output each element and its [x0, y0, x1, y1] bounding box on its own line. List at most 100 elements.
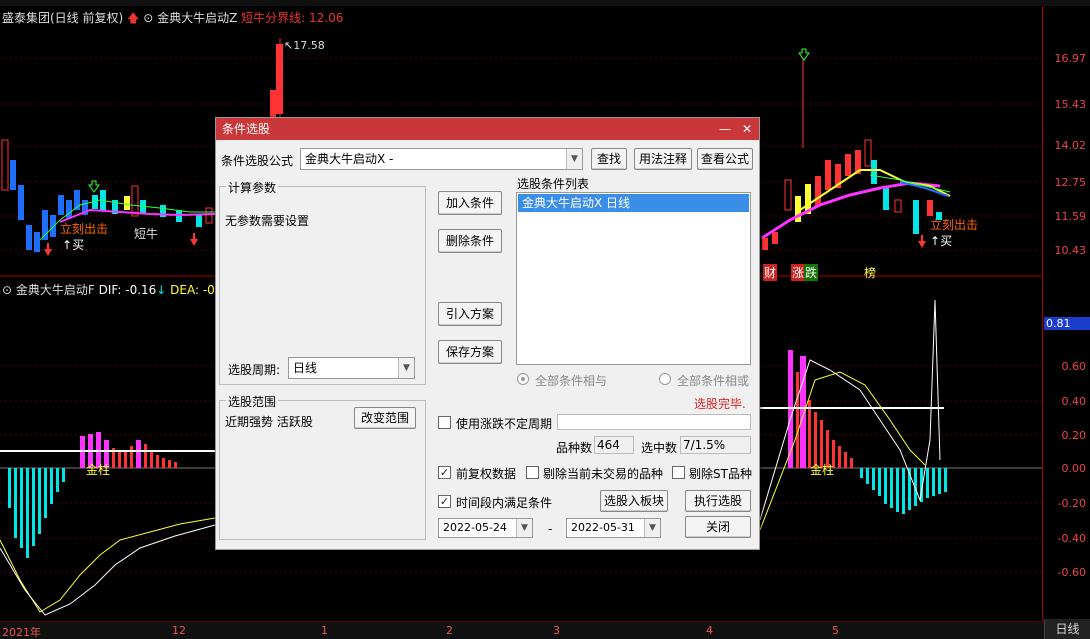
dialog-title-bar[interactable]: 条件选股 — ✕: [216, 118, 759, 140]
scope-group: 选股范围 近期强势 活跃股 改变范围: [219, 393, 426, 540]
dif-label: DIF: -0.16: [98, 283, 157, 297]
price-axis-label: 14.02: [1054, 139, 1087, 152]
annotation-out-left: 立刻出击: [60, 222, 109, 236]
high-price-marker: ↖17.58: [284, 39, 325, 52]
price-axis-label: 15.43: [1054, 98, 1087, 111]
radio-all-or[interactable]: [659, 373, 671, 385]
annotation-buy-right: ↑买: [930, 234, 953, 248]
bull-line-label: 短牛分界线: 12.06: [241, 11, 344, 25]
price-axis-label: 11.59: [1054, 210, 1087, 223]
exclude-suspended-label: 剔除当前未交易的品种: [543, 467, 664, 481]
annotation-gold-pillar-left: 金柱: [86, 463, 111, 477]
exclude-suspended-checkbox[interactable]: [526, 466, 539, 479]
view-formula-button[interactable]: 查看公式: [697, 148, 753, 170]
count-label: 品种数: [556, 441, 593, 455]
find-button[interactable]: 查找: [591, 148, 627, 170]
usage-notes-button[interactable]: 用法注释: [634, 148, 692, 170]
exclude-st-checkbox[interactable]: [672, 466, 685, 479]
status-text: 选股完毕.: [694, 397, 746, 411]
sub-axis-label: -0.40: [1057, 532, 1086, 545]
indicator-toggle-icon[interactable]: ⊙: [143, 11, 153, 25]
adjust-data-label: 前复权数据: [456, 467, 517, 481]
down-arrow-icon: ↓: [156, 283, 167, 297]
execute-screen-button[interactable]: 执行选股: [685, 490, 751, 512]
params-group: 计算参数 无参数需要设置 选股周期: 日线 ▼: [219, 179, 426, 385]
annotation-die: 跌: [804, 264, 819, 281]
annotation-zhang: 涨: [791, 264, 806, 281]
sub-axis-label: 0.60: [1061, 360, 1087, 373]
exclude-st-label: 剔除ST品种: [689, 467, 752, 481]
sub-axis-label: 0.40: [1061, 395, 1087, 408]
price-axis-label: 12.75: [1054, 176, 1087, 189]
chevron-down-icon[interactable]: ▼: [398, 358, 414, 378]
price-axis-label: 10.43: [1054, 244, 1087, 257]
stock-title: 盛泰集团(日线 前复权): [2, 11, 124, 25]
price-axis-divider: [1042, 6, 1043, 621]
chevron-down-icon[interactable]: ▼: [566, 149, 582, 169]
delete-condition-button[interactable]: 删除条件: [438, 229, 502, 253]
dea-label: DEA: -0.: [170, 283, 219, 297]
annotation-out-right: 立刻出击: [930, 218, 979, 232]
sub-axis-label: 0.20: [1061, 429, 1087, 442]
annotation-bang: 榜: [864, 266, 877, 280]
close-button[interactable]: 关闭: [685, 516, 751, 538]
period-button[interactable]: 日线: [1044, 619, 1090, 639]
date-to-value: 2022-05-31: [571, 521, 635, 534]
selected-value: 7/1.5%: [680, 436, 751, 454]
chevron-down-icon[interactable]: ▼: [644, 519, 660, 537]
change-scope-button[interactable]: 改变范围: [354, 407, 416, 429]
condition-list[interactable]: 金典大牛启动X 日线: [516, 192, 751, 365]
unfixed-period-checkbox[interactable]: [438, 416, 451, 429]
sub-indicator-toggle-icon[interactable]: ⊙: [2, 283, 12, 297]
stock-screener-dialog: 条件选股 — ✕ 条件选股公式 金典大牛启动X - ▼ 查找 用法注释 查看公式…: [215, 117, 760, 550]
period-select[interactable]: 日线 ▼: [288, 357, 415, 379]
params-text: 无参数需要设置: [225, 214, 310, 228]
radio-all-and-label: 全部条件相与: [535, 374, 608, 388]
annotation-cai: 财: [763, 264, 778, 281]
close-icon[interactable]: ✕: [737, 118, 757, 140]
price-axis-label: 16.97: [1054, 52, 1087, 65]
date-to-picker[interactable]: 2022-05-31 ▼: [566, 518, 661, 538]
params-group-title: 计算参数: [226, 179, 279, 196]
unfixed-period-field[interactable]: [557, 414, 751, 430]
sub-axis-label: -0.20: [1057, 497, 1086, 510]
period-value: 日线: [293, 361, 318, 375]
time-axis-label: 2021年: [2, 626, 41, 639]
add-condition-button[interactable]: 加入条件: [438, 191, 502, 215]
minimize-icon[interactable]: —: [715, 118, 735, 140]
formula-select[interactable]: 金典大牛启动X - ▼: [300, 148, 583, 170]
radio-all-or-label: 全部条件相或: [677, 374, 750, 388]
scope-group-title: 选股范围: [226, 393, 279, 410]
up-arrow-icon: 🡅: [127, 11, 140, 25]
radio-all-and[interactable]: [517, 373, 529, 385]
date-from-picker[interactable]: 2022-05-24 ▼: [438, 518, 533, 538]
add-to-board-button[interactable]: 选股入板块: [600, 490, 668, 512]
sub-axis-current: 0.81: [1044, 317, 1090, 330]
time-axis-label: 3: [553, 624, 560, 637]
scope-text: 近期强势 活跃股: [225, 415, 313, 429]
import-plan-button[interactable]: 引入方案: [438, 302, 502, 326]
timerange-checkbox[interactable]: ✓: [438, 495, 451, 508]
time-axis-label: 4: [706, 624, 713, 637]
save-plan-button[interactable]: 保存方案: [438, 340, 502, 364]
indicator-main-name: 金典大牛启动Z: [157, 11, 238, 25]
dialog-title: 条件选股: [222, 122, 271, 136]
sub-axis-label: -0.60: [1057, 566, 1086, 579]
chevron-down-icon[interactable]: ▼: [516, 519, 532, 537]
sub-indicator-line: ⊙ 金典大牛启动F DIF: -0.16↓ DEA: -0.: [2, 281, 219, 298]
time-axis: 2021年 12 1 2 3 4 5: [0, 621, 1090, 639]
selected-label: 选中数: [641, 441, 678, 455]
count-value: 464: [594, 436, 634, 454]
adjust-data-checkbox[interactable]: ✓: [438, 466, 451, 479]
annotation-buy-left: ↑买: [62, 238, 85, 252]
time-axis-label: 12: [172, 624, 186, 637]
list-item[interactable]: 金典大牛启动X 日线: [518, 194, 749, 212]
formula-value: 金典大牛启动X -: [305, 152, 394, 166]
time-axis-label: 1: [321, 624, 328, 637]
time-axis-label: 5: [832, 624, 839, 637]
timerange-label: 时间段内满足条件: [456, 496, 553, 510]
condition-list-label: 选股条件列表: [517, 177, 590, 191]
annotation-short-bull: 短牛: [134, 227, 159, 241]
period-label: 选股周期:: [228, 363, 281, 377]
unfixed-period-label: 使用涨跌不定周期: [456, 417, 553, 431]
